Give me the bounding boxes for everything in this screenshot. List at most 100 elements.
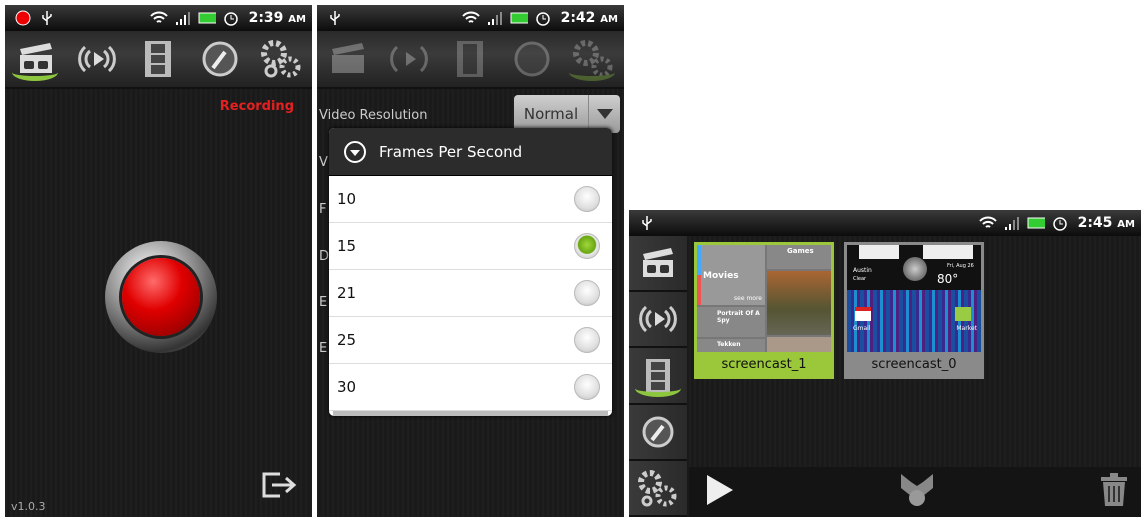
broadcast-icon <box>390 45 428 73</box>
tab-performance[interactable] <box>506 35 558 83</box>
clapperboard-icon <box>643 248 673 278</box>
trash-icon <box>1101 473 1127 506</box>
dialog-header: Frames Per Second <box>329 128 612 176</box>
action-bar <box>689 467 1141 517</box>
wifi-icon <box>461 10 480 26</box>
dropdown-value: Normal <box>523 105 579 123</box>
gears-icon <box>573 40 613 78</box>
wifi-icon <box>149 10 168 26</box>
radio-button[interactable] <box>574 233 600 259</box>
gauge-icon <box>514 41 550 77</box>
setting-label-video-resolution: Video Resolution <box>319 108 428 123</box>
preview-text: Portrait Of A Spy <box>717 310 760 324</box>
setting-label: F <box>319 202 327 217</box>
share-button[interactable] <box>899 472 935 512</box>
preview-text: Clear <box>853 276 867 282</box>
version-label: v1.0.3 <box>11 500 46 513</box>
alarm-icon <box>534 10 552 26</box>
preview-text: Tekken <box>717 341 741 348</box>
status-bar: 2:45 AM <box>629 210 1141 236</box>
tab-record[interactable] <box>629 236 687 293</box>
fps-option[interactable]: 30 <box>329 364 612 411</box>
tab-record[interactable] <box>10 35 62 83</box>
exit-icon <box>262 472 297 498</box>
fps-option[interactable]: 21 <box>329 270 612 317</box>
gears-icon <box>261 40 301 78</box>
clapperboard-icon <box>331 43 364 73</box>
tab-broadcast[interactable] <box>629 292 687 349</box>
thumbnail-preview: Austin Clear 80° Fri, Aug 26 Gmail Marke… <box>847 245 981 352</box>
tab-settings[interactable] <box>255 35 307 83</box>
radio-button[interactable] <box>574 186 600 212</box>
tab-performance[interactable] <box>629 404 687 461</box>
fps-option-label: 30 <box>337 378 357 396</box>
alarm-icon <box>1051 215 1069 231</box>
delete-button[interactable] <box>1099 472 1129 512</box>
fps-dialog: Frames Per Second 10 15 21 25 30 <box>329 128 612 416</box>
tab-videos[interactable] <box>132 35 184 83</box>
tab-performance[interactable] <box>194 35 246 83</box>
preview-text: Fri, Aug 26 <box>947 263 974 269</box>
clapperboard-icon <box>19 43 52 73</box>
preview-text: Market <box>956 325 977 332</box>
record-button[interactable] <box>105 241 217 353</box>
gauge-icon <box>642 416 674 448</box>
tab-record[interactable] <box>322 35 374 83</box>
recording-status: Recording <box>219 99 294 114</box>
broadcast-icon <box>78 45 116 73</box>
fps-option[interactable]: 15 <box>329 223 612 270</box>
usb-icon <box>38 10 56 26</box>
signal-icon <box>486 10 504 26</box>
radio-button[interactable] <box>574 280 600 306</box>
preview-text: 80° <box>937 272 959 286</box>
record-dot-icon <box>14 10 32 26</box>
setting-label: V <box>319 155 328 170</box>
gauge-icon <box>202 41 238 77</box>
status-bar: 2:39 AM <box>5 5 312 31</box>
tab-videos[interactable] <box>629 348 687 405</box>
preview-text: Austin <box>853 267 872 274</box>
tab-bar <box>317 31 624 89</box>
fps-option-label: 25 <box>337 331 357 349</box>
record-button-light <box>122 258 200 336</box>
dialog-title: Frames Per Second <box>379 142 523 161</box>
clock: 2:45 AM <box>1077 215 1135 231</box>
preview-text: Gmail <box>853 325 871 332</box>
alarm-icon <box>222 10 240 26</box>
broadcast-icon <box>639 306 677 333</box>
clock: 2:42 AM <box>560 10 618 26</box>
tab-broadcast[interactable] <box>71 35 123 83</box>
share-icon <box>901 474 933 506</box>
usb-icon <box>326 10 344 26</box>
video-thumbnail[interactable]: Austin Clear 80° Fri, Aug 26 Gmail Marke… <box>844 242 984 379</box>
wifi-icon <box>978 215 997 231</box>
film-strip-icon <box>646 358 670 393</box>
radio-button[interactable] <box>574 374 600 400</box>
fps-option[interactable]: 10 <box>329 176 612 223</box>
screen-settings: 2:42 AM Video Resolution Normal V F D E … <box>317 5 624 517</box>
play-button[interactable] <box>705 473 735 511</box>
tab-settings[interactable] <box>567 35 619 83</box>
fps-option[interactable]: 25 <box>329 317 612 364</box>
film-strip-icon <box>145 41 172 77</box>
thumbnail-caption: screencast_0 <box>871 356 957 372</box>
thumbnail-caption: screencast_1 <box>721 356 807 372</box>
battery-icon <box>510 10 528 26</box>
gears-icon <box>638 469 677 507</box>
tab-videos[interactable] <box>444 35 496 83</box>
battery-icon <box>1027 215 1045 231</box>
radio-button[interactable] <box>574 327 600 353</box>
signal-icon <box>1003 215 1021 231</box>
setting-label: E <box>319 295 328 310</box>
tab-bar <box>5 31 312 89</box>
film-strip-icon <box>457 41 484 77</box>
thumbnail-preview: Movies see more Games Portrait Of A Spy T… <box>697 245 831 352</box>
exit-button[interactable] <box>260 471 298 503</box>
screen-recorder: 2:39 AM Recording v1.0.3 <box>5 5 312 517</box>
tab-broadcast[interactable] <box>383 35 435 83</box>
fps-option-label: 21 <box>337 284 357 302</box>
preview-text: Movies <box>703 271 739 281</box>
tab-settings[interactable] <box>629 460 687 517</box>
fps-option-label: 10 <box>337 190 357 208</box>
video-thumbnail[interactable]: Movies see more Games Portrait Of A Spy T… <box>694 242 834 379</box>
